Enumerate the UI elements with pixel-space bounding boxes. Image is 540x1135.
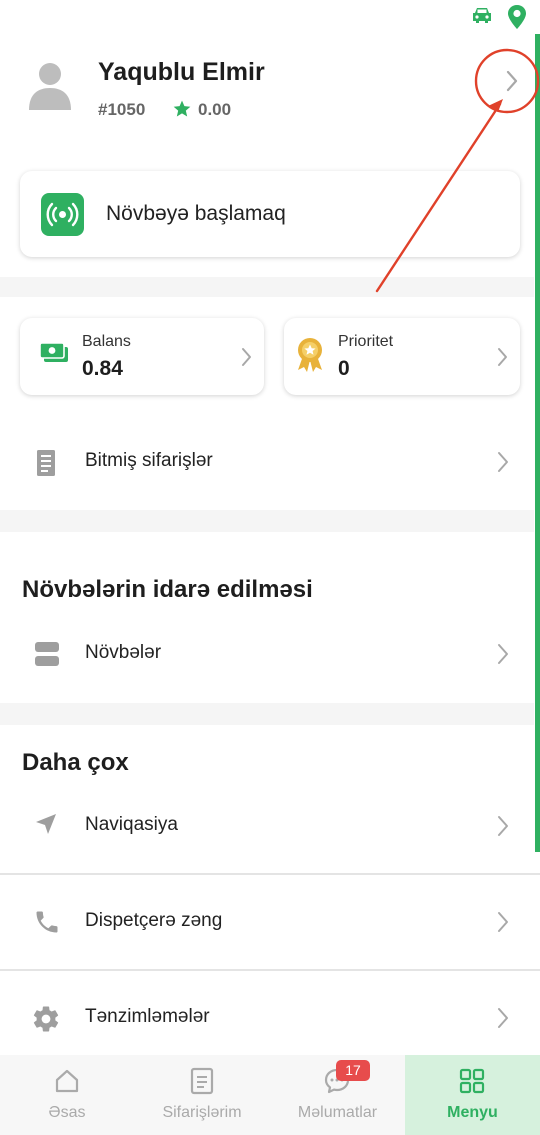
section-gap (0, 510, 534, 532)
profile-rating: 0.00 (198, 100, 232, 119)
nav-menu[interactable]: Menyu (405, 1055, 540, 1135)
priority-value: 0 (338, 357, 350, 380)
star-icon (173, 100, 191, 117)
chevron-right-icon (498, 348, 507, 366)
settings-label: Tənzimləmələr (85, 1006, 210, 1027)
chevron-right-icon (242, 348, 251, 366)
shift-management-title: Növbələrin idarə edilməsi (22, 576, 313, 603)
section-gap (0, 703, 534, 725)
nav-orders-label: Sifarişlərim (162, 1104, 242, 1121)
navigation-arrow-icon (36, 814, 56, 834)
navigation-row[interactable]: Naviqasiya (0, 794, 534, 858)
bottom-navigation: Əsas Sifarişlərim Məlumatlar Menyu (0, 1055, 540, 1135)
money-icon (39, 342, 68, 362)
receipt-icon (37, 450, 55, 476)
car-icon (473, 8, 491, 23)
location-pin-icon (508, 5, 526, 29)
dispatcher-call-row[interactable]: Dispetçerə zəng (0, 890, 534, 954)
avatar-icon (29, 63, 71, 110)
divider (0, 873, 540, 875)
document-icon (190, 1067, 214, 1095)
balance-title: Balans (82, 333, 131, 350)
nav-orders[interactable]: Sifarişlərim (134, 1055, 270, 1135)
messages-badge: 17 (336, 1060, 370, 1081)
chevron-right-icon (498, 912, 508, 932)
nav-messages-label: Məlumatlar (297, 1104, 378, 1121)
start-queue-button[interactable]: Növbəyə başlamaq (20, 171, 520, 257)
balance-value: 0.84 (82, 357, 123, 380)
server-icon (35, 642, 59, 666)
phone-icon (36, 911, 58, 933)
scroll-indicator (535, 34, 540, 852)
chevron-right-icon (498, 816, 508, 836)
shifts-row[interactable]: Növbələr (0, 622, 534, 686)
profile-name: Yaqublu Elmir (98, 58, 265, 86)
section-gap (0, 277, 534, 297)
medal-icon (298, 338, 322, 372)
gear-icon (33, 1006, 59, 1032)
navigation-label: Naviqasiya (85, 814, 178, 835)
dispatcher-call-label: Dispetçerə zəng (85, 910, 223, 931)
settings-row[interactable]: Tənzimləmələr (0, 986, 534, 1050)
profile-id: #1050 (98, 100, 146, 119)
more-title: Daha çox (22, 749, 129, 776)
chevron-right-icon (498, 644, 508, 664)
chevron-right-icon (498, 1008, 508, 1028)
nav-menu-label: Menyu (447, 1104, 498, 1121)
divider (0, 969, 540, 971)
shifts-label: Növbələr (85, 642, 162, 663)
completed-orders-row[interactable]: Bitmiş sifarişlər (0, 430, 534, 494)
grid-icon (459, 1068, 485, 1094)
nav-home-label: Əsas (48, 1104, 86, 1121)
balance-card[interactable]: Balans 0.84 (20, 318, 264, 395)
priority-card[interactable]: Prioritet 0 (284, 318, 520, 395)
chevron-right-icon[interactable] (504, 68, 520, 94)
status-bar (0, 0, 540, 32)
nav-home[interactable]: Əsas (0, 1055, 134, 1135)
profile-header[interactable]: Yaqublu Elmir #1050 0.00 (0, 32, 534, 162)
home-icon (55, 1069, 79, 1093)
chevron-right-icon (498, 452, 508, 472)
broadcast-icon (41, 193, 84, 236)
start-queue-label: Növbəyə başlamaq (106, 202, 286, 225)
priority-title: Prioritet (338, 333, 394, 350)
completed-orders-label: Bitmiş sifarişlər (85, 450, 213, 471)
